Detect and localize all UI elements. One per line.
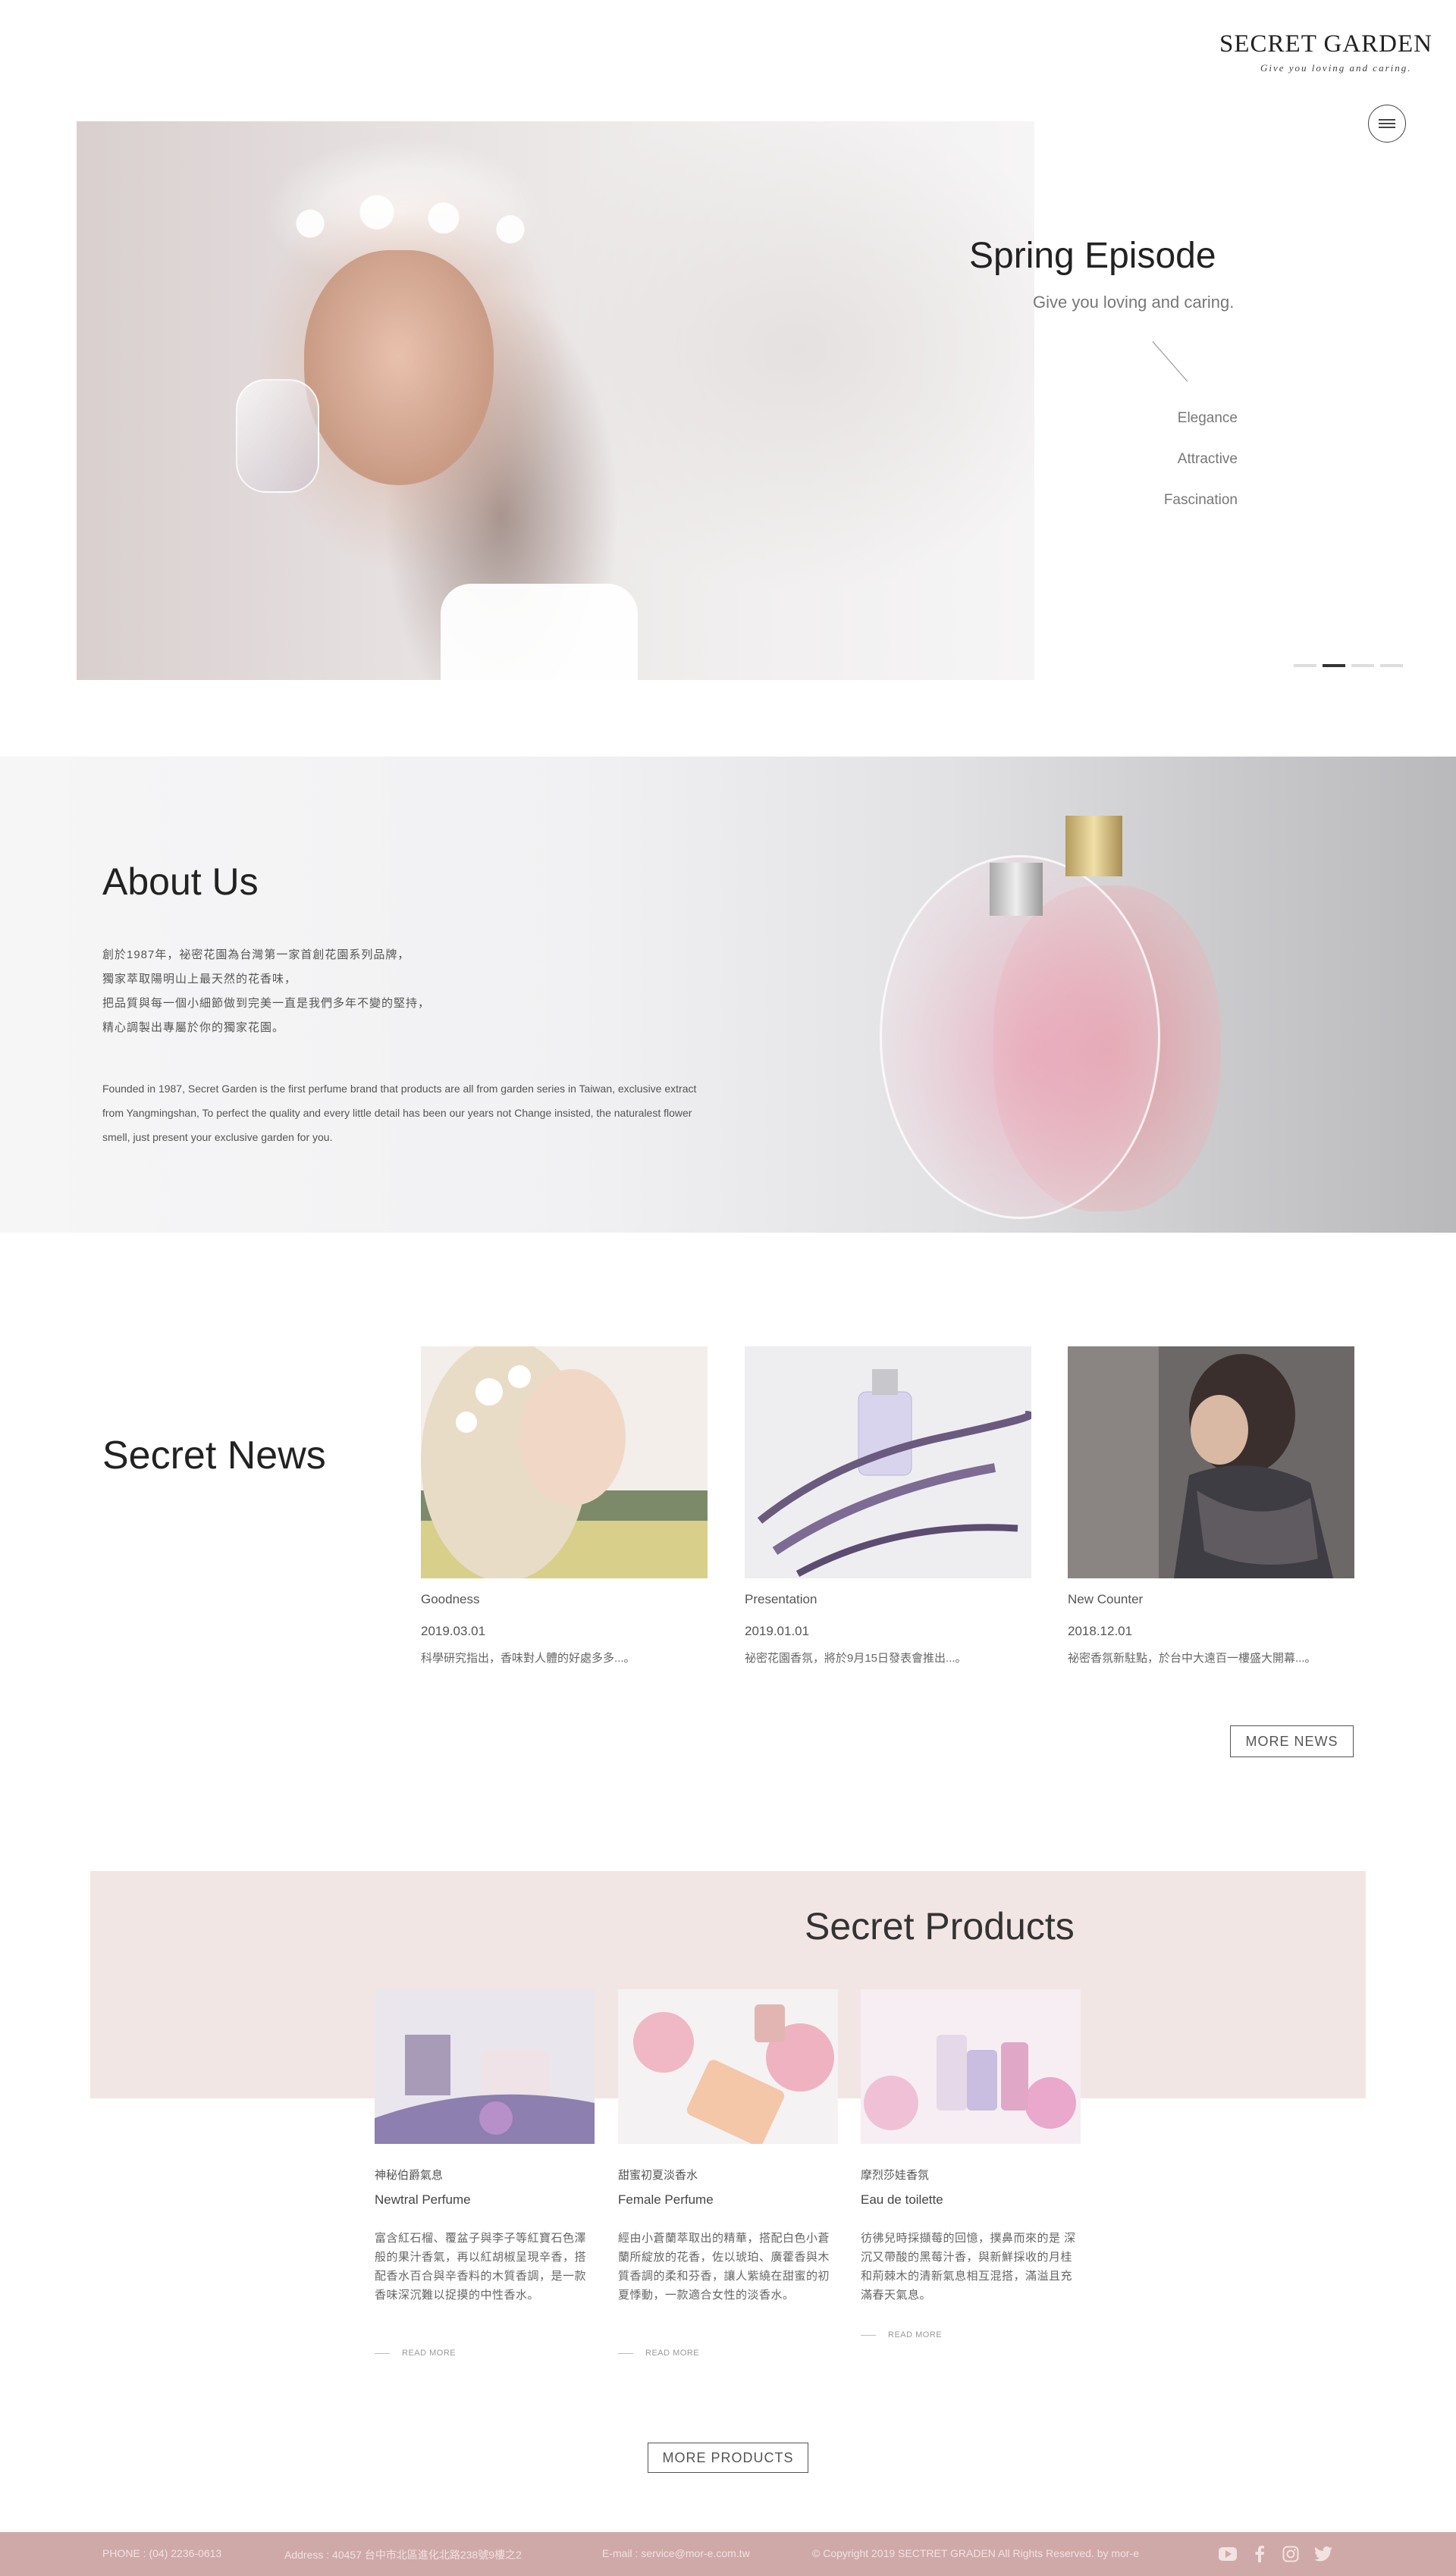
news-desc: 祕密花園香氛，將於9月15日發表會推出...。: [745, 1652, 967, 1665]
slider-dot[interactable]: [1351, 664, 1374, 667]
product-en-name: Eau de toilette: [861, 2192, 943, 2207]
hamburger-icon: [1379, 119, 1395, 128]
hero-image: [77, 121, 1034, 680]
more-products-button[interactable]: MORE PRODUCTS: [648, 2443, 808, 2473]
footer-address: Address : 40457 台中市北區進化北路238號9樓之2: [284, 2549, 522, 2561]
news-category: Goodness: [421, 1592, 480, 1606]
about-section: About Us 創於1987年，祕密花園為台灣第一家首創花園系列品牌， 獨家萃…: [0, 757, 1456, 1233]
hero-feature: Elegance: [1177, 410, 1238, 426]
news-category: Presentation: [745, 1592, 817, 1606]
news-desc: 祕密香氛新駐點，於台中大遠百一樓盛大開幕...。: [1068, 1652, 1316, 1665]
news-card[interactable]: New Counter 2018.12.01 祕密香氛新駐點，於台中大遠百一樓盛…: [1068, 1346, 1354, 1665]
read-more-link[interactable]: READ MORE: [375, 2349, 456, 2358]
about-cn-line: 把品質與每一個小細節做到完美一直是我們多年不變的堅持，: [102, 997, 431, 1010]
news-card[interactable]: Goodness 2019.03.01 科學研究指出，香味對人體的好處多多...…: [421, 1346, 708, 1665]
product-desc: 經由小蒼蘭萃取出的精華，搭配白色小蒼 蘭所綻放的花香，佐以琥珀、廣藿香與木 質香…: [618, 2232, 830, 2302]
product-card[interactable]: 神秘伯爵氣息 Newtral Perfume 富含紅石榴、覆盆子與李子等紅寶石色…: [375, 1989, 595, 2358]
hero-subtitle: Give you loving and caring.: [1033, 293, 1235, 312]
product-image[interactable]: [618, 1989, 838, 2144]
product-card[interactable]: 甜蜜初夏淡香水 Female Perfume 經由小蒼蘭萃取出的精華，搭配白色小…: [618, 1989, 838, 2358]
news-category: New Counter: [1068, 1592, 1144, 1606]
about-cn-line: 創於1987年，祕密花園為台灣第一家首創花園系列品牌，: [102, 948, 410, 961]
product-cn-name: 神秘伯爵氣息: [375, 2169, 444, 2182]
slider-dot-active[interactable]: [1323, 664, 1345, 667]
news-image[interactable]: [421, 1346, 708, 1578]
twitter-icon[interactable]: [1313, 2543, 1334, 2565]
product-card[interactable]: 摩烈莎娃香氛 Eau de toilette 彷彿兒時採擷莓的回憶，撲鼻而來的是…: [861, 1989, 1081, 2339]
hero-feature: Fascination: [1163, 492, 1238, 508]
youtube-icon[interactable]: [1217, 2543, 1238, 2565]
news-title: Secret News: [102, 1434, 326, 1478]
slider-dot[interactable]: [1380, 664, 1403, 667]
footer-copyright: © Copyright 2019 SECTRET GRADEN All Righ…: [812, 2547, 1139, 2559]
news-date: 2019.03.01: [421, 1624, 486, 1638]
product-en-name: Female Perfume: [618, 2192, 714, 2207]
news-image[interactable]: [745, 1346, 1031, 1578]
news-date: 2018.12.01: [1068, 1624, 1133, 1638]
product-cn-name: 摩烈莎娃香氛: [861, 2169, 930, 2182]
product-desc: 彷彿兒時採擷莓的回憶，撲鼻而來的是 深沉又帶酸的黑莓汁香，與新鮮採收的月桂 和荊…: [861, 2232, 1076, 2302]
product-image[interactable]: [375, 1989, 595, 2144]
footer-phone: PHONE : (04) 2236-0613: [102, 2547, 222, 2559]
news-image[interactable]: [1068, 1346, 1354, 1578]
brand-tagline: Give you loving and caring.: [1260, 62, 1412, 74]
footer-email[interactable]: E-mail : service@mor-e.com.tw: [602, 2547, 750, 2559]
hero-title: Spring Episode: [969, 236, 1216, 276]
slider-pagination: [1294, 664, 1403, 667]
product-image[interactable]: [861, 1989, 1081, 2144]
read-more-link[interactable]: READ MORE: [618, 2349, 699, 2358]
about-en-text: Founded in 1987, Secret Garden is the fi…: [102, 1083, 697, 1143]
read-more-link[interactable]: READ MORE: [861, 2330, 942, 2339]
about-cn-line: 獨家萃取陽明山上最天然的花香味，: [102, 973, 297, 986]
about-cn-line: 精心調製出專屬於你的獨家花園。: [102, 1021, 285, 1034]
instagram-icon[interactable]: [1280, 2543, 1301, 2565]
facebook-icon[interactable]: [1249, 2543, 1270, 2565]
products-title: Secret Products: [805, 1905, 1075, 1948]
menu-button[interactable]: [1368, 105, 1406, 143]
news-date: 2019.01.01: [745, 1624, 810, 1638]
more-news-button[interactable]: MORE NEWS: [1230, 1725, 1354, 1757]
news-card[interactable]: Presentation 2019.01.01 祕密花園香氛，將於9月15日發表…: [745, 1346, 1031, 1665]
slider-dot[interactable]: [1294, 664, 1316, 667]
brand-name: SECRET GARDEN: [1219, 30, 1432, 58]
product-cn-name: 甜蜜初夏淡香水: [618, 2169, 698, 2182]
hero-divider: [1152, 341, 1188, 382]
news-desc: 科學研究指出，香味對人體的好處多多...。: [421, 1652, 635, 1665]
hero-feature: Attractive: [1177, 451, 1238, 467]
footer: PHONE : (04) 2236-0613 Address : 40457 台…: [0, 2532, 1456, 2576]
product-en-name: Newtral Perfume: [375, 2192, 471, 2207]
product-desc: 富含紅石榴、覆盆子與李子等紅寶石色澤 般的果汁香氣，再以紅胡椒呈現辛香，搭 配香…: [375, 2232, 587, 2302]
about-title: About Us: [102, 860, 259, 903]
